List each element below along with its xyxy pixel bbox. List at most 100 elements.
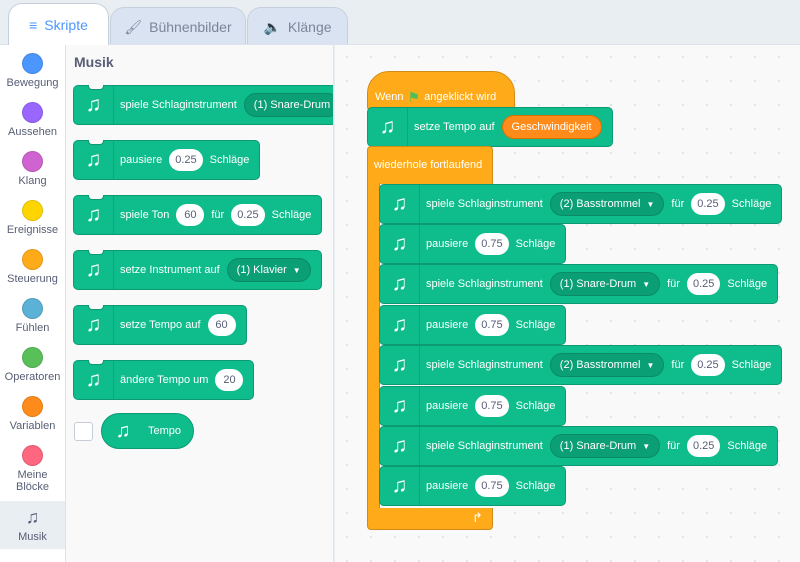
block-text: spiele Schlaginstrument bbox=[426, 198, 543, 210]
note-input[interactable]: 60 bbox=[176, 204, 205, 226]
rest-block[interactable]: ♫ pausiere 0.75 Schläge bbox=[379, 386, 567, 426]
category-musik[interactable]: ♫ Musik bbox=[0, 501, 65, 549]
play-drum-block[interactable]: ♫ spiele Schlaginstrument (1) Snare-Drum… bbox=[379, 426, 779, 466]
palette-title: Musik bbox=[74, 54, 114, 70]
block-text: setze Tempo auf bbox=[414, 121, 495, 133]
block-text: pausiere bbox=[426, 319, 469, 331]
palette-block-play-drum[interactable]: ♫ spiele Schlaginstrument (1) Snare-Drum bbox=[73, 85, 333, 125]
block-text: spiele Schlaginstrument bbox=[426, 278, 543, 290]
drum-dropdown[interactable]: (1) Snare-Drum ▼ bbox=[549, 434, 661, 458]
category-color-dot bbox=[22, 200, 43, 221]
palette-reporter-tempo[interactable]: ♫ Tempo bbox=[101, 413, 195, 449]
tab-label: Klänge bbox=[287, 18, 332, 35]
category-fuehlen[interactable]: Fühlen bbox=[0, 298, 65, 346]
rest-block[interactable]: ♫ pausiere 0.75 Schläge bbox=[379, 224, 567, 264]
code-icon: ≡ bbox=[29, 16, 38, 33]
music-notes-icon: ♫ bbox=[380, 306, 420, 344]
category-steuerung[interactable]: Steuerung bbox=[0, 249, 65, 297]
music-notes-icon: ♫ bbox=[380, 225, 420, 263]
category-operatoren[interactable]: Operatoren bbox=[0, 347, 65, 395]
category-label: Variablen bbox=[9, 420, 56, 432]
block-text: angeklickt wird bbox=[424, 91, 497, 103]
block-notch bbox=[88, 250, 104, 255]
block-text: Wenn bbox=[375, 91, 404, 103]
when-flag-clicked-block[interactable]: Wenn ⚑ angeklickt wird bbox=[367, 71, 515, 111]
beats-input[interactable]: 0.75 bbox=[475, 314, 509, 336]
category-meine-bloecke[interactable]: Meine Blöcke bbox=[0, 445, 65, 499]
beats-input[interactable]: 0.25 bbox=[686, 273, 721, 295]
palette-block-change-tempo[interactable]: ♫ ändere Tempo um 20 bbox=[73, 360, 255, 400]
dropdown-value: (1) Klavier bbox=[236, 264, 287, 276]
rest-block[interactable]: ♫ pausiere 0.75 Schläge bbox=[379, 305, 567, 345]
block-text: pausiere bbox=[426, 400, 469, 412]
palette-block-set-tempo[interactable]: ♫ setze Tempo auf 60 bbox=[73, 305, 247, 345]
beats-input[interactable]: 0.25 bbox=[691, 193, 725, 215]
category-color-dot bbox=[22, 347, 43, 368]
block-text: setze Tempo auf bbox=[120, 319, 201, 331]
drum-dropdown[interactable]: (1) Snare-Drum bbox=[243, 93, 333, 117]
beats-input[interactable]: 0.75 bbox=[475, 475, 509, 497]
beats-input[interactable]: 0.25 bbox=[691, 354, 725, 376]
drum-dropdown[interactable]: (2) Basstrommel ▼ bbox=[549, 192, 665, 216]
palette-block-play-note[interactable]: ♫ spiele Ton 60 für 0.25 Schläge bbox=[73, 195, 323, 235]
block-text: pausiere bbox=[426, 480, 469, 492]
tab-skripte[interactable]: ≡ Skripte bbox=[8, 3, 109, 45]
category-variablen[interactable]: Variablen bbox=[0, 396, 65, 444]
category-color-dot bbox=[22, 249, 43, 270]
block-text: Schläge bbox=[515, 400, 556, 412]
block-text: Schläge bbox=[731, 198, 772, 210]
music-notes-icon: ♫ bbox=[74, 361, 114, 399]
beats-input[interactable]: 0.25 bbox=[231, 204, 265, 226]
category-klang[interactable]: Klang bbox=[0, 151, 65, 199]
category-color-dot bbox=[22, 298, 43, 319]
category-label: Bewegung bbox=[6, 77, 59, 89]
beats-input[interactable]: 0.25 bbox=[686, 435, 721, 457]
music-notes-icon: ♫ bbox=[74, 86, 114, 124]
script-area[interactable]: Wenn ⚑ angeklickt wird ♫ setze Tempo auf… bbox=[335, 44, 800, 562]
beats-input[interactable]: 0.75 bbox=[475, 233, 509, 255]
drum-dropdown[interactable]: (2) Basstrommel ▼ bbox=[549, 353, 665, 377]
palette-block-set-instrument[interactable]: ♫ setze Instrument auf (1) Klavier ▼ bbox=[73, 250, 322, 290]
speed-variable-reporter[interactable]: Geschwindigkeit bbox=[501, 115, 602, 139]
dropdown-value: (1) Snare-Drum bbox=[559, 278, 637, 290]
category-label: Ereignisse bbox=[6, 224, 59, 236]
beats-input[interactable]: 0.25 bbox=[169, 149, 203, 171]
tab-label: Skripte bbox=[44, 16, 88, 33]
block-text: spiele Ton bbox=[120, 209, 170, 221]
category-ereignisse[interactable]: Ereignisse bbox=[0, 200, 65, 248]
set-tempo-block[interactable]: ♫ setze Tempo auf Geschwindigkeit bbox=[367, 107, 613, 147]
play-drum-block[interactable]: ♫ spiele Schlaginstrument (2) Basstromme… bbox=[379, 184, 783, 224]
category-label: Musik bbox=[18, 531, 47, 543]
block-palette: Musik ♫ spiele Schlaginstrument (1) Snar… bbox=[66, 44, 334, 562]
music-notes-icon: ♫ bbox=[25, 507, 40, 527]
beats-input[interactable]: 0.75 bbox=[475, 395, 509, 417]
block-text: für bbox=[671, 359, 685, 371]
category-label: Aussehen bbox=[8, 126, 57, 138]
drum-dropdown[interactable]: (1) Snare-Drum ▼ bbox=[549, 272, 661, 296]
category-color-dot bbox=[22, 396, 43, 417]
loop-label: wiederhole fortlaufend bbox=[374, 159, 483, 171]
palette-block-rest[interactable]: ♫ pausiere 0.25 Schläge bbox=[73, 140, 261, 180]
music-notes-icon: ♫ bbox=[380, 346, 420, 384]
block-text: Schläge bbox=[515, 319, 556, 331]
rest-block[interactable]: ♫ pausiere 0.75 Schläge bbox=[379, 466, 567, 506]
block-notch bbox=[88, 305, 104, 310]
category-label: Meine Blöcke bbox=[15, 469, 50, 493]
block-text: für bbox=[667, 278, 680, 290]
music-notes-icon: ♫ bbox=[380, 265, 420, 303]
tab-buehnenbilder[interactable]: 🖌 Bühnenbilder bbox=[110, 7, 246, 45]
category-aussehen[interactable]: Aussehen bbox=[0, 102, 65, 150]
tab-klaenge[interactable]: 🔈 Klänge bbox=[247, 7, 348, 45]
instrument-dropdown[interactable]: (1) Klavier ▼ bbox=[226, 258, 311, 282]
play-drum-block[interactable]: ♫ spiele Schlaginstrument (1) Snare-Drum… bbox=[379, 264, 779, 304]
category-color-dot bbox=[22, 151, 43, 172]
category-label: Klang bbox=[18, 175, 47, 187]
block-text: Schläge bbox=[727, 440, 768, 452]
category-bewegung[interactable]: Bewegung bbox=[0, 53, 65, 101]
tempo-change-input[interactable]: 20 bbox=[215, 369, 244, 391]
tempo-monitor-checkbox[interactable] bbox=[74, 422, 93, 441]
tempo-input[interactable]: 60 bbox=[207, 314, 236, 336]
dropdown-value: (2) Basstrommel bbox=[559, 198, 641, 210]
dropdown-value: (2) Basstrommel bbox=[559, 359, 641, 371]
play-drum-block[interactable]: ♫ spiele Schlaginstrument (2) Basstromme… bbox=[379, 345, 783, 385]
